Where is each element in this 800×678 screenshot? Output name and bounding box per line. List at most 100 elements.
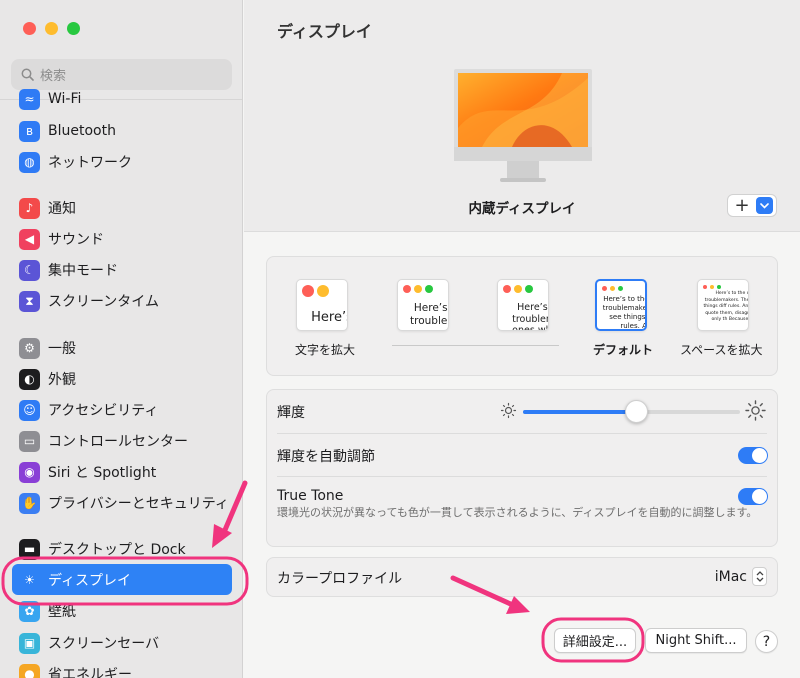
sidebar-item-label: ディスプレイ: [48, 572, 132, 589]
bulb-icon: ●: [19, 663, 40, 678]
sidebar-item-gear[interactable]: ⚙ 一般: [12, 335, 232, 361]
zoom-window-button[interactable]: [67, 22, 80, 35]
sidebar-item-hourglass[interactable]: ⧗ スクリーンタイム: [12, 288, 232, 314]
sidebar-item-label: Bluetooth: [48, 123, 116, 139]
updown-chevron-icon[interactable]: [752, 567, 767, 586]
color-profile-row: カラープロファイル iMac: [266, 557, 778, 597]
sun-bright-icon: [745, 400, 766, 421]
wifi-icon: ≈: [19, 88, 40, 110]
dock-icon: ▬: [19, 538, 40, 560]
imac-display-image: [454, 69, 592, 182]
chevron-down-icon[interactable]: [756, 197, 773, 214]
system-settings-window: 検索 ≈ Wi-Fi ʙ Bluetooth ◍ ネットワーク ♪ 通知 ◀ サウンド ☾ 集中モード…: [0, 0, 800, 678]
display-name: 内蔵ディスプレイ: [468, 201, 576, 217]
resolution-preview: Here’s to the crazy ones the troublemake…: [697, 279, 749, 331]
switches-icon: ▭: [19, 430, 40, 452]
brightness-slider[interactable]: [523, 400, 740, 423]
resolution-sample-text: Here’s to the crazy ones the troublemake…: [703, 291, 749, 323]
sidebar-item-switches[interactable]: ▭ コントロールセンター: [12, 428, 232, 454]
resolution-option[interactable]: Here’s to the crazy ones the troublemake…: [697, 279, 749, 331]
moon-icon: ☾: [19, 259, 40, 281]
sidebar-item-bell[interactable]: ♪ 通知: [12, 195, 232, 221]
page-title: ディスプレイ: [277, 22, 372, 41]
sidebar-item-flower[interactable]: ✿ 壁紙: [12, 598, 232, 624]
resolution-sample-text: Here’s to the troublemakers: [410, 302, 448, 327]
sidebar-item-moon[interactable]: ☾ 集中モード: [12, 257, 232, 283]
sidebar-item-label: プライバシーとセキュリティ: [48, 496, 229, 512]
sidebar-item-bluetooth[interactable]: ʙ Bluetooth: [12, 118, 232, 144]
sidebar-item-accessibility[interactable]: ☺ アクセシビリティ: [12, 397, 232, 423]
resolution-option[interactable]: Here’s to the troublemakers. ones who se…: [497, 279, 549, 331]
resolution-option[interactable]: Here’s to the troublemakers: [397, 279, 449, 331]
sun-dim-icon: [500, 402, 517, 419]
sidebar-item-siri[interactable]: ◉ Siri と Spotlight: [12, 459, 232, 485]
resolution-option[interactable]: Here’s: [296, 279, 348, 331]
speaker-icon: ◀: [19, 228, 40, 250]
night-shift-button[interactable]: Night Shift...: [645, 628, 747, 653]
close-window-button[interactable]: [23, 22, 36, 35]
sidebar-item-speaker[interactable]: ◀ サウンド: [12, 226, 232, 252]
sidebar-item-dock[interactable]: ▬ デスクトップと Dock: [12, 536, 232, 562]
minimize-window-button[interactable]: [45, 22, 58, 35]
resolution-label: スペースを拡大: [680, 343, 763, 357]
resolution-divider: [392, 345, 559, 346]
sidebar-item-label: コントロールセンター: [48, 434, 188, 450]
resolution-preview: Here’s to the troublemakers: [397, 279, 449, 331]
gear-icon: ⚙: [19, 337, 40, 359]
brightness-slider-knob[interactable]: [624, 400, 648, 423]
sidebar-item-appearance[interactable]: ◐ 外観: [12, 366, 232, 392]
bell-icon: ♪: [19, 197, 40, 219]
search-placeholder: 検索: [40, 69, 67, 84]
auto-brightness-toggle[interactable]: [738, 447, 768, 464]
resolution-label: 文字を拡大: [295, 343, 356, 357]
sidebar-item-label: Siri と Spotlight: [48, 465, 157, 481]
flower-icon: ✿: [19, 600, 40, 622]
sidebar-item-label: サウンド: [48, 232, 104, 248]
sidebar-item-screensaver[interactable]: ▣ スクリーンセーバ: [12, 630, 232, 656]
row-divider: [277, 433, 767, 434]
globe-icon: ◍: [19, 151, 40, 173]
siri-icon: ◉: [19, 461, 40, 483]
sidebar-item-label: 壁紙: [48, 604, 76, 620]
resolution-picker: Here’s 文字を拡大 Here’s to the troublemakers He…: [266, 256, 778, 376]
display-header: ディスプレイ 内蔵ディスプレイ +: [244, 0, 800, 232]
add-display-button[interactable]: +: [727, 194, 777, 217]
hand-icon: ✋: [19, 492, 40, 514]
sidebar-item-label: 通知: [48, 201, 76, 217]
sidebar-item-bulb[interactable]: ● 省エネルギー: [12, 661, 232, 678]
accessibility-icon: ☺: [19, 399, 40, 421]
resolution-option[interactable]: Here’s to the crazy ones. troublemakers.…: [595, 279, 647, 331]
sidebar-item-hand[interactable]: ✋ プライバシーとセキュリティ: [12, 490, 232, 516]
advanced-settings-button[interactable]: 詳細設定...: [554, 628, 636, 653]
color-profile-value: iMac: [714, 568, 747, 585]
help-button[interactable]: ?: [755, 630, 778, 653]
brightness-label: 輝度: [277, 405, 305, 421]
bluetooth-icon: ʙ: [19, 120, 40, 142]
row-divider: [277, 476, 767, 477]
sidebar-item-sun[interactable]: ☀ ディスプレイ: [12, 564, 232, 595]
auto-brightness-label: 輝度を自動調節: [277, 449, 375, 465]
true-tone-description: 環境光の状況が異なっても色が一貫して表示されるように、ディスプレイを自動的に調整…: [277, 506, 758, 519]
sidebar-item-globe[interactable]: ◍ ネットワーク: [12, 149, 232, 175]
resolution-preview: Here’s: [296, 279, 348, 331]
resolution-label: デフォルト: [593, 343, 654, 357]
resolution-preview: Here’s to the troublemakers. ones who se…: [497, 279, 549, 331]
sidebar-item-wifi[interactable]: ≈ Wi-Fi: [12, 86, 232, 112]
main-pane: ディスプレイ 内蔵ディスプレイ + Here’ 文字を拡大 Here’s tro…: [244, 0, 800, 678]
color-profile-label: カラープロファイル: [277, 571, 403, 587]
sidebar: 検索 ≈ Wi-Fi ʙ Bluetooth ◍ ネットワーク ♪ 通知 ◀ サウンド ☾ 集中モード…: [0, 0, 243, 678]
true-tone-toggle[interactable]: [738, 488, 768, 505]
appearance-icon: ◐: [19, 368, 40, 390]
resolution-sample-text: Here’s to the troublemakers. ones who se…: [512, 302, 548, 331]
sidebar-item-label: スクリーンタイム: [48, 294, 160, 310]
sidebar-item-label: スクリーンセーバ: [48, 636, 160, 652]
color-profile-popup[interactable]: iMac: [715, 567, 767, 586]
screensaver-icon: ▣: [19, 632, 40, 654]
brightness-slider-fill: [523, 410, 636, 414]
sidebar-item-label: アクセシビリティ: [48, 403, 159, 419]
sidebar-item-label: 外観: [48, 372, 76, 388]
resolution-sample-text: Here’s: [311, 310, 347, 325]
traffic-lights: [23, 22, 80, 35]
resolution-preview: Here’s to the crazy ones. troublemakers.…: [595, 279, 647, 331]
sidebar-item-label: 一般: [48, 341, 76, 357]
